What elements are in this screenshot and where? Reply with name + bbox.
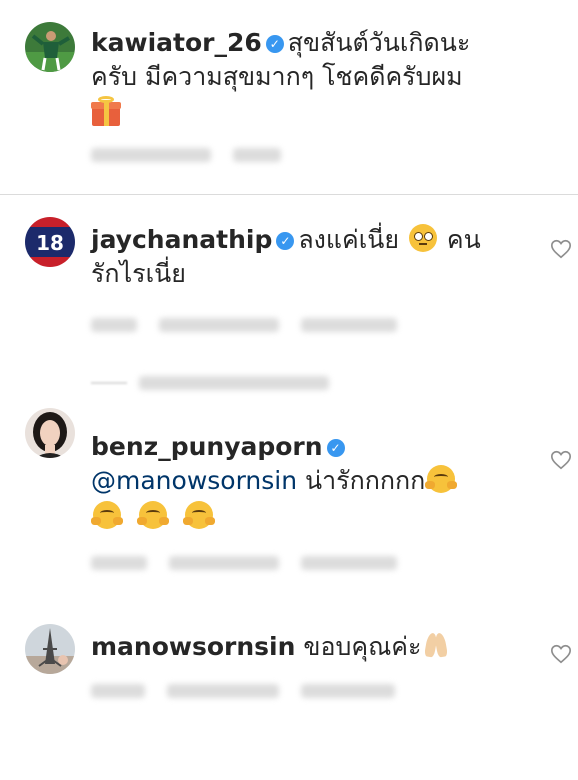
soccer-player-avatar[interactable]: [25, 22, 75, 72]
hugging-face-emoji: [182, 501, 215, 529]
comment-text: น่ารักกกกก: [305, 466, 426, 495]
verified-badge-icon: ✓: [265, 35, 284, 53]
comment-text-continued: คน: [446, 225, 481, 254]
comment-meta-blurred: [91, 678, 417, 704]
mention-link[interactable]: @manowsornsin: [91, 466, 297, 495]
wrapped-gift-emoji: [91, 96, 121, 126]
heart-icon[interactable]: [550, 643, 572, 665]
comment-meta-blurred: [91, 312, 419, 338]
team-badge-avatar[interactable]: 18: [25, 217, 75, 267]
heart-icon[interactable]: [550, 238, 572, 260]
verified-badge-icon: ✓: [326, 439, 345, 457]
hugging-face-emoji: [425, 465, 458, 493]
woman-portrait-avatar[interactable]: [25, 408, 75, 458]
comment-username[interactable]: benz_punyaporn: [91, 432, 323, 461]
heart-icon[interactable]: [550, 449, 572, 471]
divider: [0, 194, 578, 195]
svg-text:18: 18: [36, 231, 64, 255]
comment-username[interactable]: kawiator_26: [91, 28, 262, 57]
comment-meta-blurred: [91, 142, 303, 168]
view-replies-blurred[interactable]: [91, 372, 351, 398]
comment-username[interactable]: jaychanathip: [91, 225, 272, 254]
comment-text: สุขสันต์วันเกิดนะ: [287, 28, 471, 57]
face-rolling-eyes-emoji: [408, 224, 437, 252]
hugging-face-emoji: [91, 501, 123, 529]
hugging-face-emoji: [136, 501, 169, 529]
comment-text: ลงแค่เนี่ย: [298, 225, 399, 254]
eiffel-tower-avatar[interactable]: [25, 624, 75, 674]
verified-badge-icon: ✓: [276, 232, 295, 250]
comment-text: ขอบคุณค่ะ: [303, 632, 422, 661]
folded-hands-emoji: [421, 631, 451, 659]
comment-meta-blurred: [91, 550, 419, 576]
comment-text-line2: รักไรเนี่ย: [91, 259, 186, 288]
comment-username[interactable]: manowsornsin: [91, 632, 295, 661]
comment-text-line2: ครับ มีความสุขมากๆ โชคดีครับผม: [91, 62, 463, 91]
